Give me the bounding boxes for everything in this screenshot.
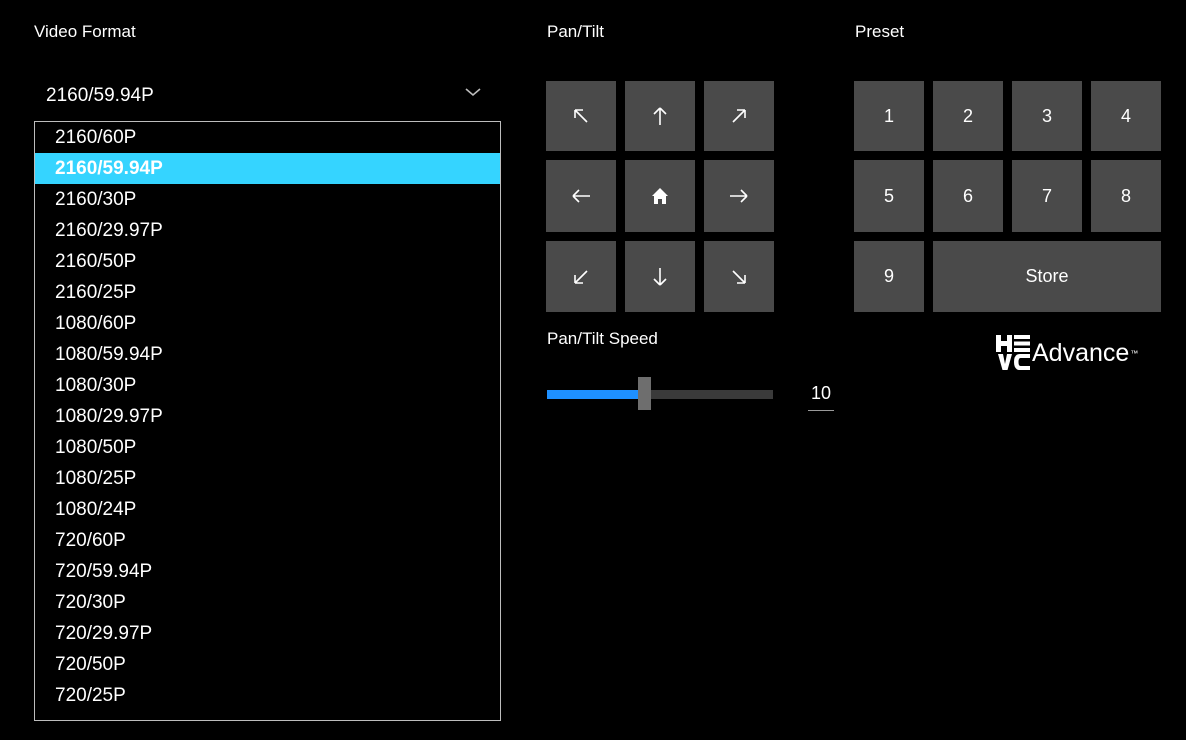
pan-tilt-speed-slider[interactable] [547, 377, 773, 410]
video-format-option[interactable]: 720/30P [35, 587, 500, 618]
video-format-option[interactable]: 1080/59.94P [35, 339, 500, 370]
video-format-label: Video Format [34, 22, 136, 41]
pan-tilt-down-button[interactable] [625, 241, 695, 312]
pan-tilt-label: Pan/Tilt [547, 22, 605, 41]
slider-thumb[interactable] [638, 377, 651, 410]
arrow-right-icon [728, 186, 750, 206]
video-format-option[interactable]: 1080/30P [35, 370, 500, 401]
video-format-option[interactable]: 720/25P [35, 680, 500, 711]
preset-button-9[interactable]: 9 [854, 241, 924, 312]
logo-advance-text: Advance [1032, 338, 1130, 367]
logo-trademark: ™ [1130, 348, 1139, 358]
pan-tilt-home-button[interactable] [625, 160, 695, 232]
video-format-select[interactable]: 2160/59.94P [34, 72, 502, 118]
video-format-option[interactable]: 1080/29.97P [35, 401, 500, 432]
preset-button-7[interactable]: 7 [1012, 160, 1082, 232]
preset-button-2[interactable]: 2 [933, 81, 1003, 151]
preset-button-3[interactable]: 3 [1012, 81, 1082, 151]
slider-fill [547, 390, 644, 399]
preset-button-5[interactable]: 5 [854, 160, 924, 232]
pan-tilt-left-button[interactable] [546, 160, 616, 232]
video-format-option[interactable]: 720/60P [35, 525, 500, 556]
arrow-down-left-icon [571, 267, 591, 287]
video-format-option[interactable]: 720/50P [35, 649, 500, 680]
pan-tilt-up-left-button[interactable] [546, 81, 616, 151]
pan-tilt-down-right-button[interactable] [704, 241, 774, 312]
preset-button-4[interactable]: 4 [1091, 81, 1161, 151]
preset-button-6[interactable]: 6 [933, 160, 1003, 232]
hevc-advance-logo: Advance ™ [996, 333, 1138, 373]
video-format-dropdown-list[interactable]: 2160/60P 2160/59.94P 2160/30P 2160/29.97… [34, 121, 501, 721]
arrow-up-icon [650, 105, 670, 127]
video-format-option[interactable]: 2160/60P [35, 122, 500, 153]
preset-button-8[interactable]: 8 [1091, 160, 1161, 232]
video-format-option[interactable]: 1080/50P [35, 432, 500, 463]
video-format-option[interactable]: 2160/30P [35, 184, 500, 215]
pan-tilt-up-button[interactable] [625, 81, 695, 151]
preset-button-1[interactable]: 1 [854, 81, 924, 151]
pan-tilt-right-button[interactable] [704, 160, 774, 232]
pan-tilt-speed-value[interactable]: 10 [808, 383, 834, 411]
video-format-option[interactable]: 1080/25P [35, 463, 500, 494]
video-format-option[interactable]: 1080/24P [35, 494, 500, 525]
video-format-option[interactable]: 720/59.94P [35, 556, 500, 587]
camera-control-panel: Video Format 2160/59.94P 2160/60P 2160/5… [0, 0, 1186, 740]
preset-store-button[interactable]: Store [933, 241, 1161, 312]
home-icon [650, 186, 670, 206]
chevron-down-icon [464, 86, 482, 98]
video-format-option[interactable]: 2160/25P [35, 277, 500, 308]
video-format-option[interactable]: 2160/29.97P [35, 215, 500, 246]
arrow-down-right-icon [729, 267, 749, 287]
preset-label: Preset [855, 22, 905, 41]
pan-tilt-speed-label: Pan/Tilt Speed [547, 329, 658, 348]
video-format-option[interactable]: 720/29.97P [35, 618, 500, 649]
arrow-up-right-icon [729, 106, 749, 126]
video-format-option[interactable]: 2160/50P [35, 246, 500, 277]
pan-tilt-down-left-button[interactable] [546, 241, 616, 312]
pan-tilt-up-right-button[interactable] [704, 81, 774, 151]
arrow-up-left-icon [571, 106, 591, 126]
arrow-down-icon [650, 266, 670, 288]
video-format-option[interactable]: 1080/60P [35, 308, 500, 339]
video-format-option-selected[interactable]: 2160/59.94P [35, 153, 500, 184]
video-format-selected-value: 2160/59.94P [46, 85, 154, 106]
hevc-logo-mark-icon [996, 335, 1030, 370]
arrow-left-icon [570, 186, 592, 206]
